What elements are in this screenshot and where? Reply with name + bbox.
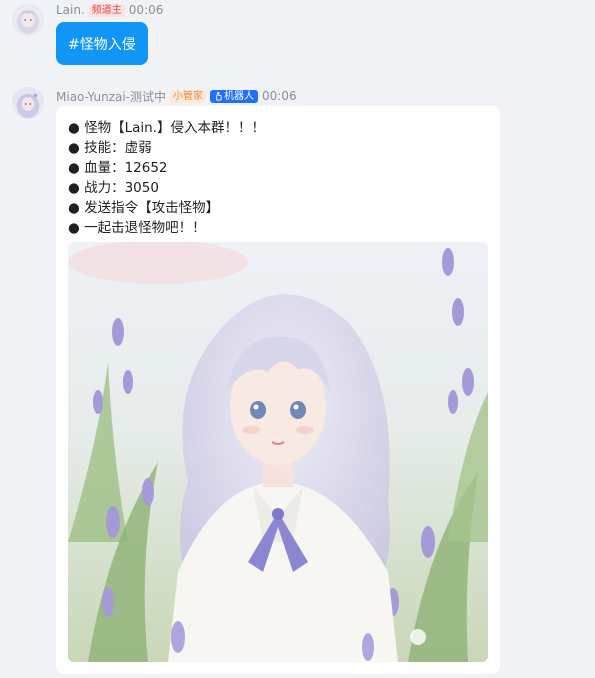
sender-name[interactable]: Miao-Yunzai-测试中: [56, 88, 166, 105]
bot-avatar[interactable]: [12, 87, 44, 119]
chat-area: Lain. 频道主 00:06 #怪物入侵 Miao-Yunzai-测试中 小管…: [0, 0, 595, 678]
message-header-2: Miao-Yunzai-测试中 小管家 机器人 00:06: [56, 87, 297, 105]
avatar-image: [13, 88, 43, 118]
command-message-bubble[interactable]: #怪物入侵: [56, 22, 148, 65]
robot-hand-icon: [216, 91, 222, 101]
owner-badge: 频道主: [88, 3, 125, 17]
message-line: ● 血量：12652: [68, 160, 168, 176]
message-time: 00:06: [128, 3, 164, 17]
monster-illustration[interactable]: [68, 242, 488, 662]
message-header-1: Lain. 频道主 00:06: [56, 1, 163, 19]
bot-badge-label: 机器人: [224, 90, 254, 102]
message-line: ● 怪物【Lain.】侵入本群！！！: [68, 120, 265, 136]
admin-badge: 小管家: [170, 89, 206, 103]
message-line: ● 战力：3050: [68, 180, 159, 196]
avatar-image: [13, 5, 43, 35]
message-line: ● 技能：虚弱: [68, 140, 152, 156]
bot-badge: 机器人: [210, 89, 258, 103]
sender-name[interactable]: Lain.: [56, 3, 85, 17]
message-time: 00:06: [262, 89, 297, 103]
user-avatar-lain[interactable]: [12, 4, 44, 36]
message-line: ● 一起击退怪物吧！！: [68, 220, 206, 236]
bot-message-bubble[interactable]: ● 怪物【Lain.】侵入本群！！！ ● 技能：虚弱 ● 血量：12652 ● …: [56, 106, 500, 674]
message-text: ● 怪物【Lain.】侵入本群！！！ ● 技能：虚弱 ● 血量：12652 ● …: [68, 118, 488, 238]
message-line: ● 发送指令【攻击怪物】: [68, 200, 220, 216]
illustration-image: [68, 242, 488, 662]
